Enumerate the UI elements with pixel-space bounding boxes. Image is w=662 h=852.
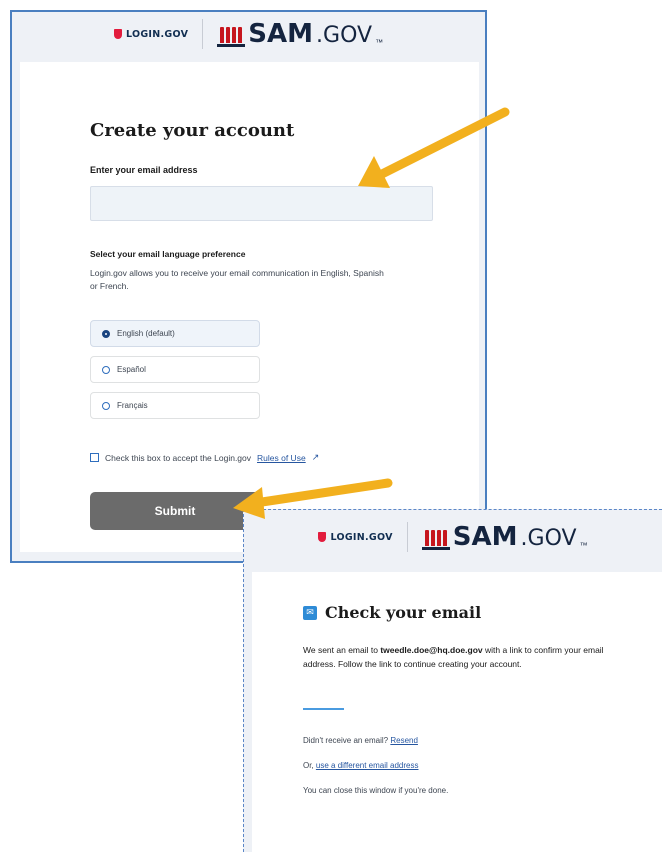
screenshot-canvas: LOGIN.GOV SAM .GOV ™ Create your account E… [0,0,662,852]
annotation-arrows [233,107,510,519]
arrow-icon [358,107,510,188]
arrow-icon [233,478,393,519]
